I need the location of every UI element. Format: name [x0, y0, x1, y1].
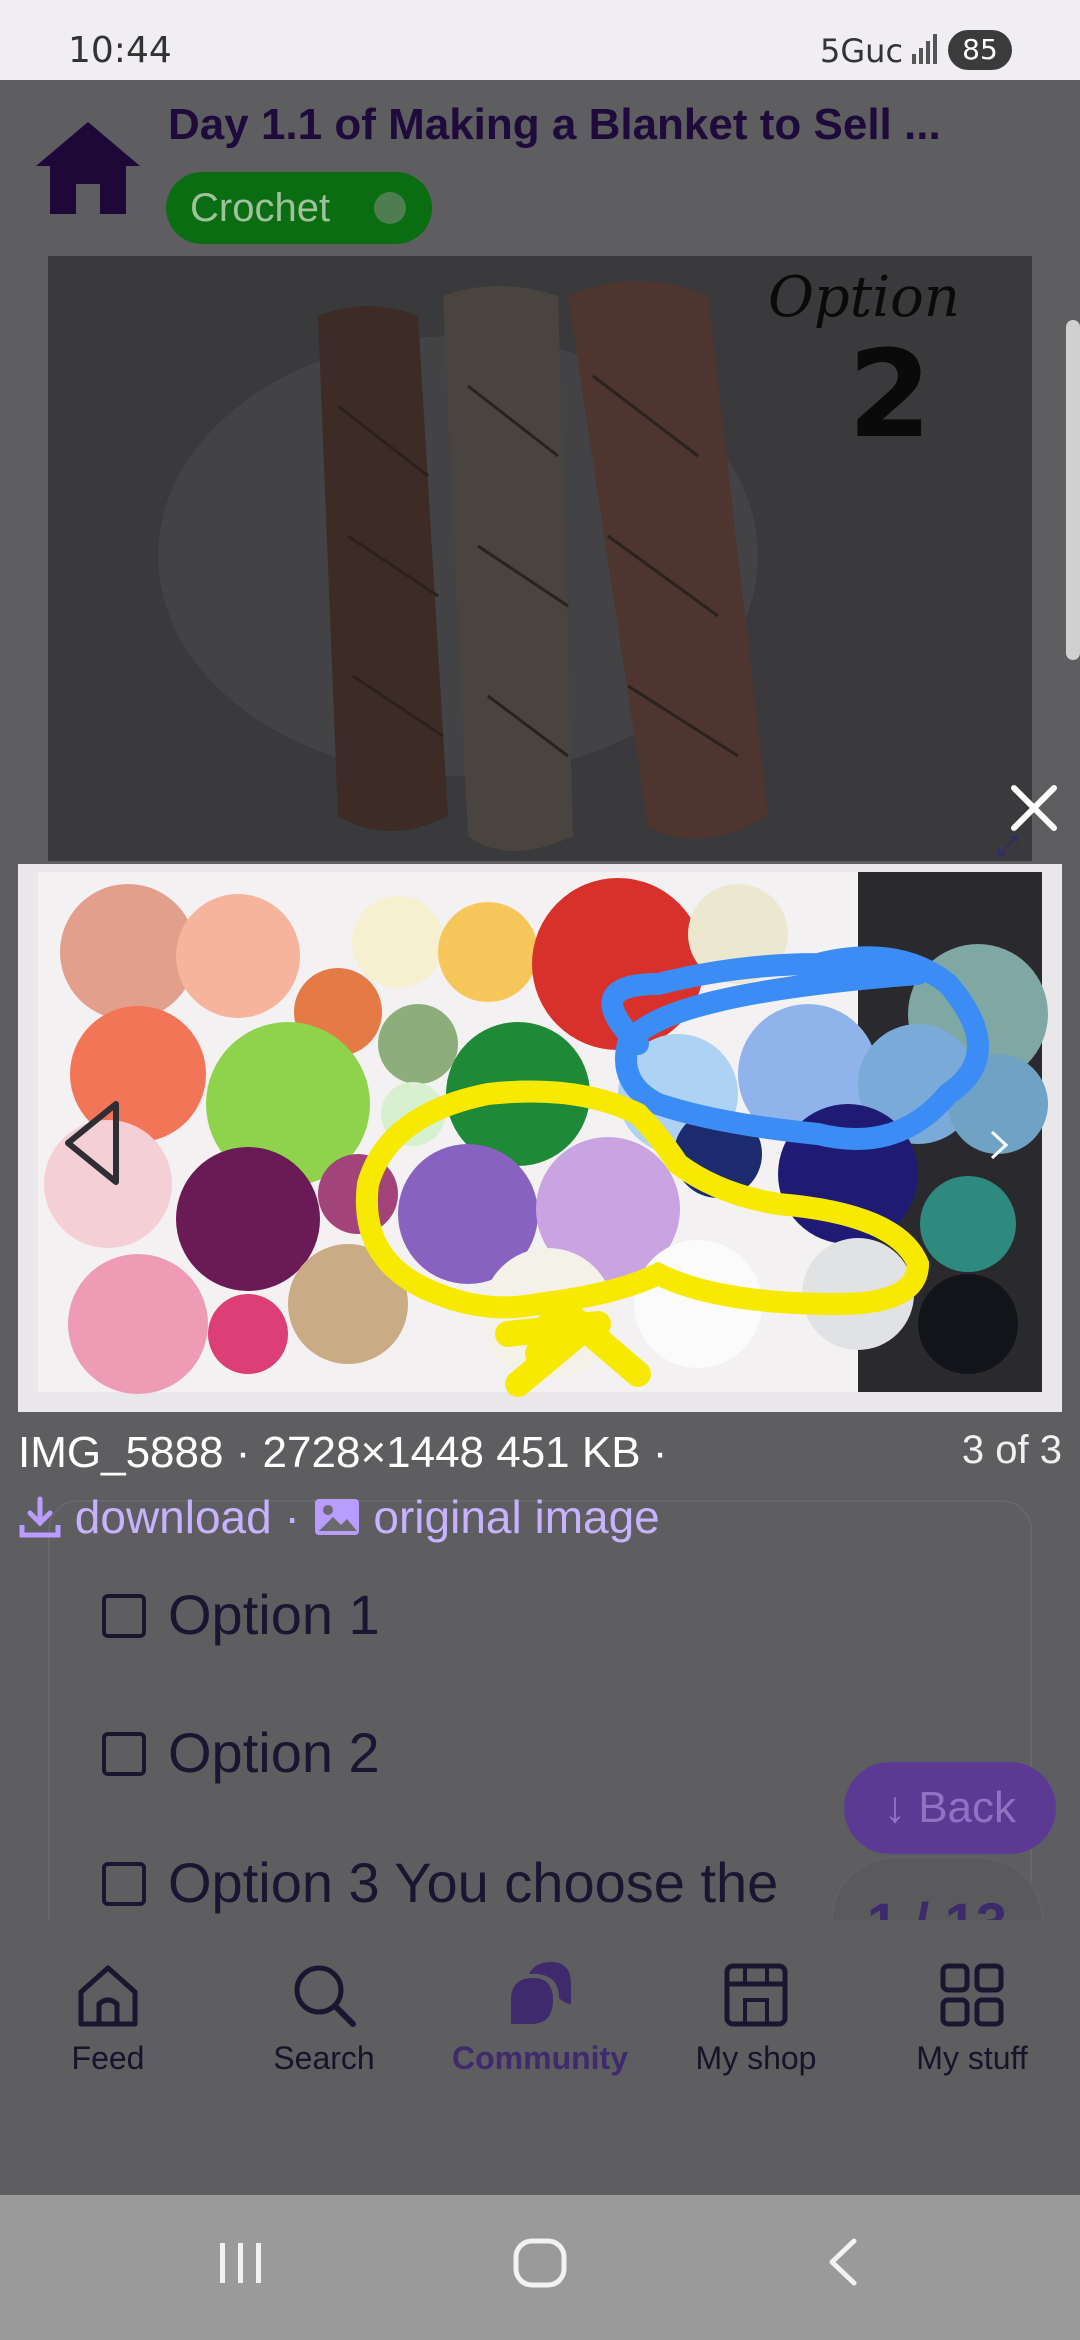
category-tag[interactable]: Crochet: [166, 172, 432, 244]
poll-option-1[interactable]: Option 1: [102, 1582, 380, 1647]
photo-caption-number: 2: [848, 326, 932, 465]
network-indicator: 5Guc: [820, 32, 904, 70]
lightbox-image[interactable]: [18, 864, 1062, 1412]
search-icon: [294, 1965, 356, 2027]
chat-bubbles-icon: [511, 1962, 571, 2024]
poll-option-2[interactable]: Option 2: [102, 1720, 380, 1785]
battery-indicator: 85: [948, 30, 1012, 70]
shop-icon: [724, 1963, 788, 2027]
back-label: Back: [918, 1783, 1017, 1832]
next-image-button[interactable]: [990, 1130, 1008, 1160]
arrow-down-icon: ↓: [883, 1783, 906, 1832]
link-separator: ·: [284, 1490, 300, 1543]
previous-image-button[interactable]: [62, 1098, 122, 1188]
nav-label-community: Community: [452, 2040, 628, 2076]
system-navigation-bar: [0, 2195, 1080, 2340]
yarn-ball-icon: [374, 192, 406, 224]
back-to-top-button[interactable]: ↓ Back: [844, 1762, 1056, 1854]
status-time: 10:44: [68, 30, 172, 71]
bottom-navigation: Feed Search Community My shop My stuff: [0, 1920, 1080, 2115]
home-button-icon[interactable]: [512, 2235, 568, 2291]
nav-label-my-shop: My shop: [695, 2040, 817, 2076]
yarn-shelf-image: [18, 864, 1062, 1412]
expand-icon[interactable]: ⤢: [996, 830, 1018, 863]
post-header: Day 1.1 of Making a Blanket to Sell ... …: [0, 80, 1080, 256]
post-photo[interactable]: Option 2: [48, 256, 1032, 861]
back-icon[interactable]: [820, 2235, 864, 2289]
yarn-skeins-image: Option 2: [48, 256, 1032, 861]
nav-label-my-stuff: My stuff: [916, 2040, 1028, 2076]
recent-apps-icon[interactable]: [214, 2235, 268, 2289]
image-counter: 3 of 3: [961, 1428, 1062, 1472]
scrollbar-thumb[interactable]: [1066, 320, 1080, 660]
home-icon[interactable]: [32, 118, 144, 218]
nav-label-search: Search: [273, 2040, 375, 2076]
nav-label-feed: Feed: [71, 2040, 145, 2076]
original-image-link[interactable]: original image: [373, 1491, 659, 1543]
close-icon: [1011, 785, 1057, 831]
home-icon: [78, 1965, 138, 2027]
download-link[interactable]: download: [75, 1491, 272, 1543]
signal-icon: [912, 34, 937, 64]
category-tag-label: Crochet: [190, 186, 331, 230]
checkbox[interactable]: [102, 1862, 146, 1906]
image-caption: IMG_5888 · 2728×1448 451 KB ·: [18, 1428, 668, 1477]
checkbox[interactable]: [102, 1594, 146, 1638]
grid-icon: [940, 1963, 1004, 2027]
photo-caption-option: Option: [768, 265, 960, 330]
image-icon: [314, 1498, 359, 1535]
post-title: Day 1.1 of Making a Blanket to Sell ...: [168, 100, 941, 149]
checkbox[interactable]: [102, 1732, 146, 1776]
status-bar: 10:44 5Guc 85: [0, 0, 1080, 80]
download-icon: [19, 1496, 61, 1538]
image-links: download · original image: [18, 1486, 660, 1544]
